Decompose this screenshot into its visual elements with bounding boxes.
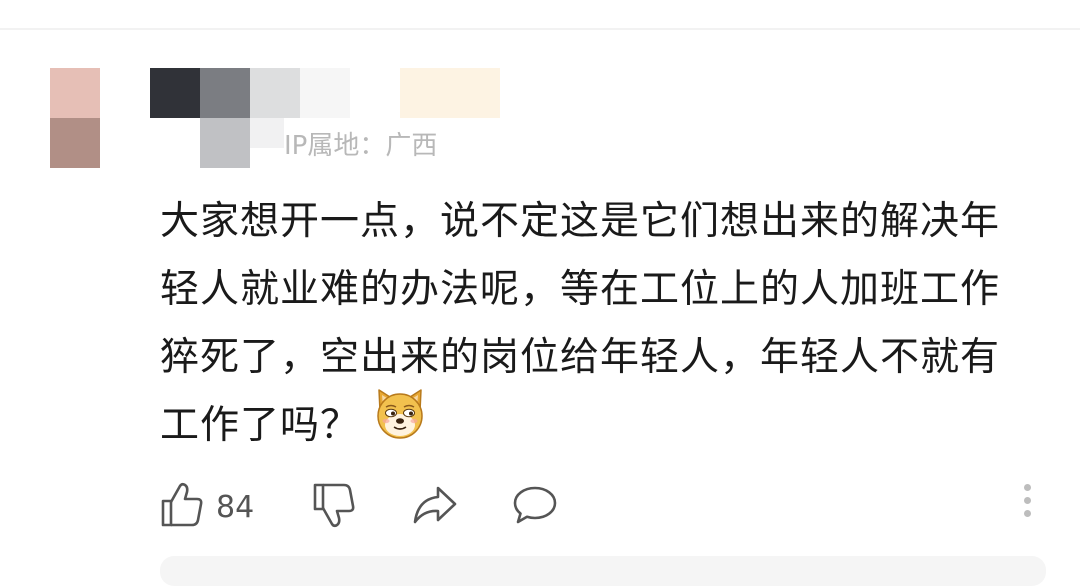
share-button[interactable] <box>412 482 458 532</box>
share-icon <box>412 482 458 532</box>
mosaic-block <box>150 68 200 118</box>
doge-emoji-icon <box>372 385 428 463</box>
thumbs-up-icon <box>160 482 204 532</box>
like-button[interactable]: 84 <box>160 482 254 532</box>
comment-body: 大家想开一点，说不定这是它们想出来的解决年轻人就业难的办法呢，等在工位上的人加班… <box>160 188 1030 463</box>
mosaic-block <box>200 118 250 168</box>
ip-location: IP属地：广西 <box>284 131 438 161</box>
comment-icon <box>512 482 558 532</box>
mosaic-block <box>250 68 300 118</box>
like-count: 84 <box>216 489 255 525</box>
reply-button[interactable] <box>512 482 558 532</box>
thumbs-down-icon <box>312 482 356 532</box>
mosaic-block <box>200 68 250 118</box>
avatar-mosaic-top <box>50 68 100 118</box>
mosaic-block <box>400 68 500 118</box>
avatar-mosaic-bottom <box>50 118 100 168</box>
dislike-button[interactable] <box>312 482 356 532</box>
avatar[interactable] <box>50 68 100 168</box>
mosaic-block <box>300 68 350 118</box>
mosaic-block <box>250 118 284 148</box>
comment-actions: 84 <box>160 482 1040 532</box>
more-options-button[interactable] <box>1020 484 1034 524</box>
reply-input-area[interactable] <box>160 556 1046 586</box>
more-vertical-icon <box>1020 484 1034 517</box>
top-divider <box>0 28 1080 30</box>
comment-text: 大家想开一点，说不定这是它们想出来的解决年轻人就业难的办法呢，等在工位上的人加班… <box>160 199 1001 448</box>
